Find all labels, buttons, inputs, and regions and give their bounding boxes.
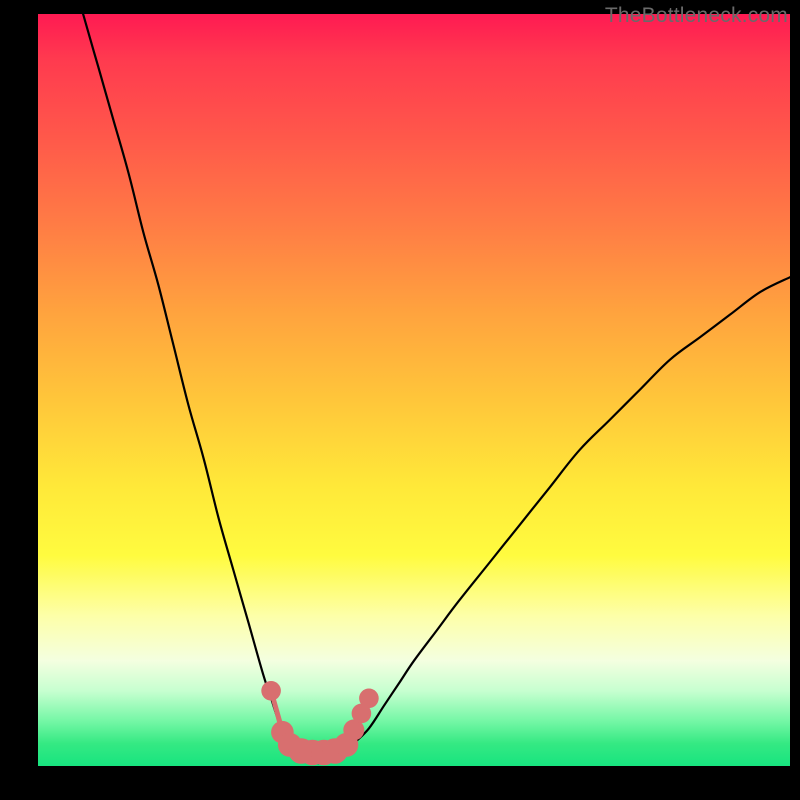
valley-markers <box>261 681 378 765</box>
valley-marker <box>359 689 379 709</box>
chart-frame: TheBottleneck.com <box>0 0 800 800</box>
curve-right-branch <box>339 277 790 758</box>
valley-marker <box>261 681 281 701</box>
watermark-text: TheBottleneck.com <box>605 4 788 28</box>
curve-left-branch <box>83 14 301 759</box>
chart-svg <box>38 14 790 766</box>
plot-area <box>38 14 790 766</box>
